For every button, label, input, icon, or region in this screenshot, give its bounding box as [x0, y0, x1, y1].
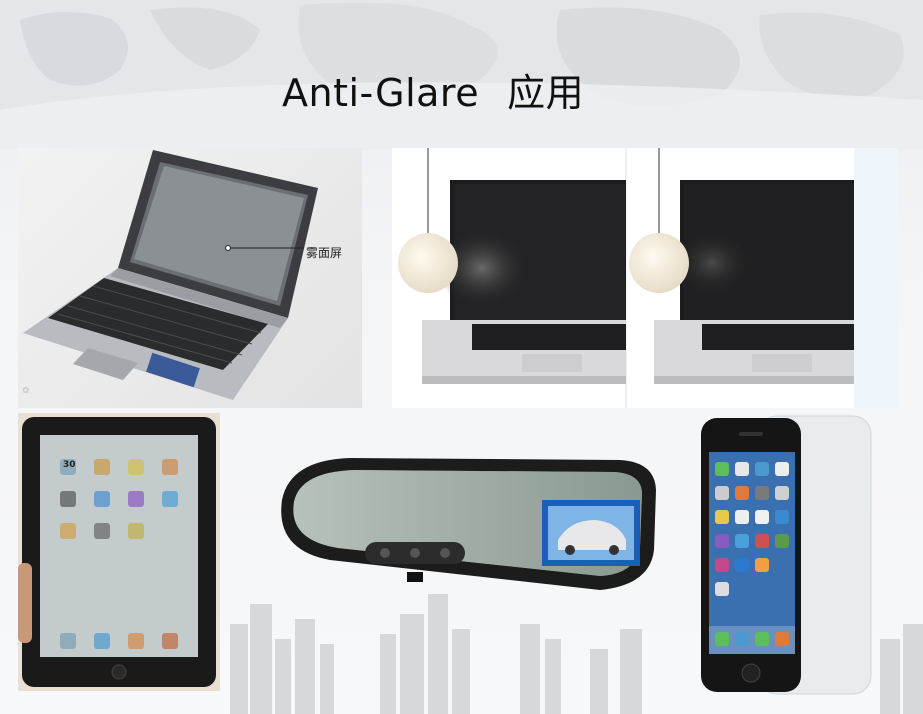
iphone-screen-protector-photo	[695, 412, 880, 697]
iphone-illustration	[701, 415, 872, 695]
photo-watermark-icon: ✿	[22, 386, 30, 396]
rearview-mirror-photo	[270, 450, 662, 610]
page-title: Anti-Glare 应用	[282, 62, 584, 117]
glare-comparison-photo	[392, 148, 898, 408]
rearview-mirror-illustration	[281, 458, 656, 590]
laptop-illustration	[23, 150, 318, 400]
glare-comparison-illustration	[398, 148, 898, 408]
calendar-date-icon: 30	[63, 460, 76, 470]
slide: Anti-Glare 应用 雾面屏 ✿ 30	[0, 0, 923, 714]
matte-screen-label: 雾面屏	[306, 246, 343, 260]
title-english: Anti-Glare	[282, 71, 480, 115]
title-chinese: 应用	[507, 71, 585, 115]
matte-laptop-photo	[18, 148, 362, 408]
ipad-photo: 30	[18, 413, 220, 691]
ipad-illustration	[18, 413, 220, 691]
